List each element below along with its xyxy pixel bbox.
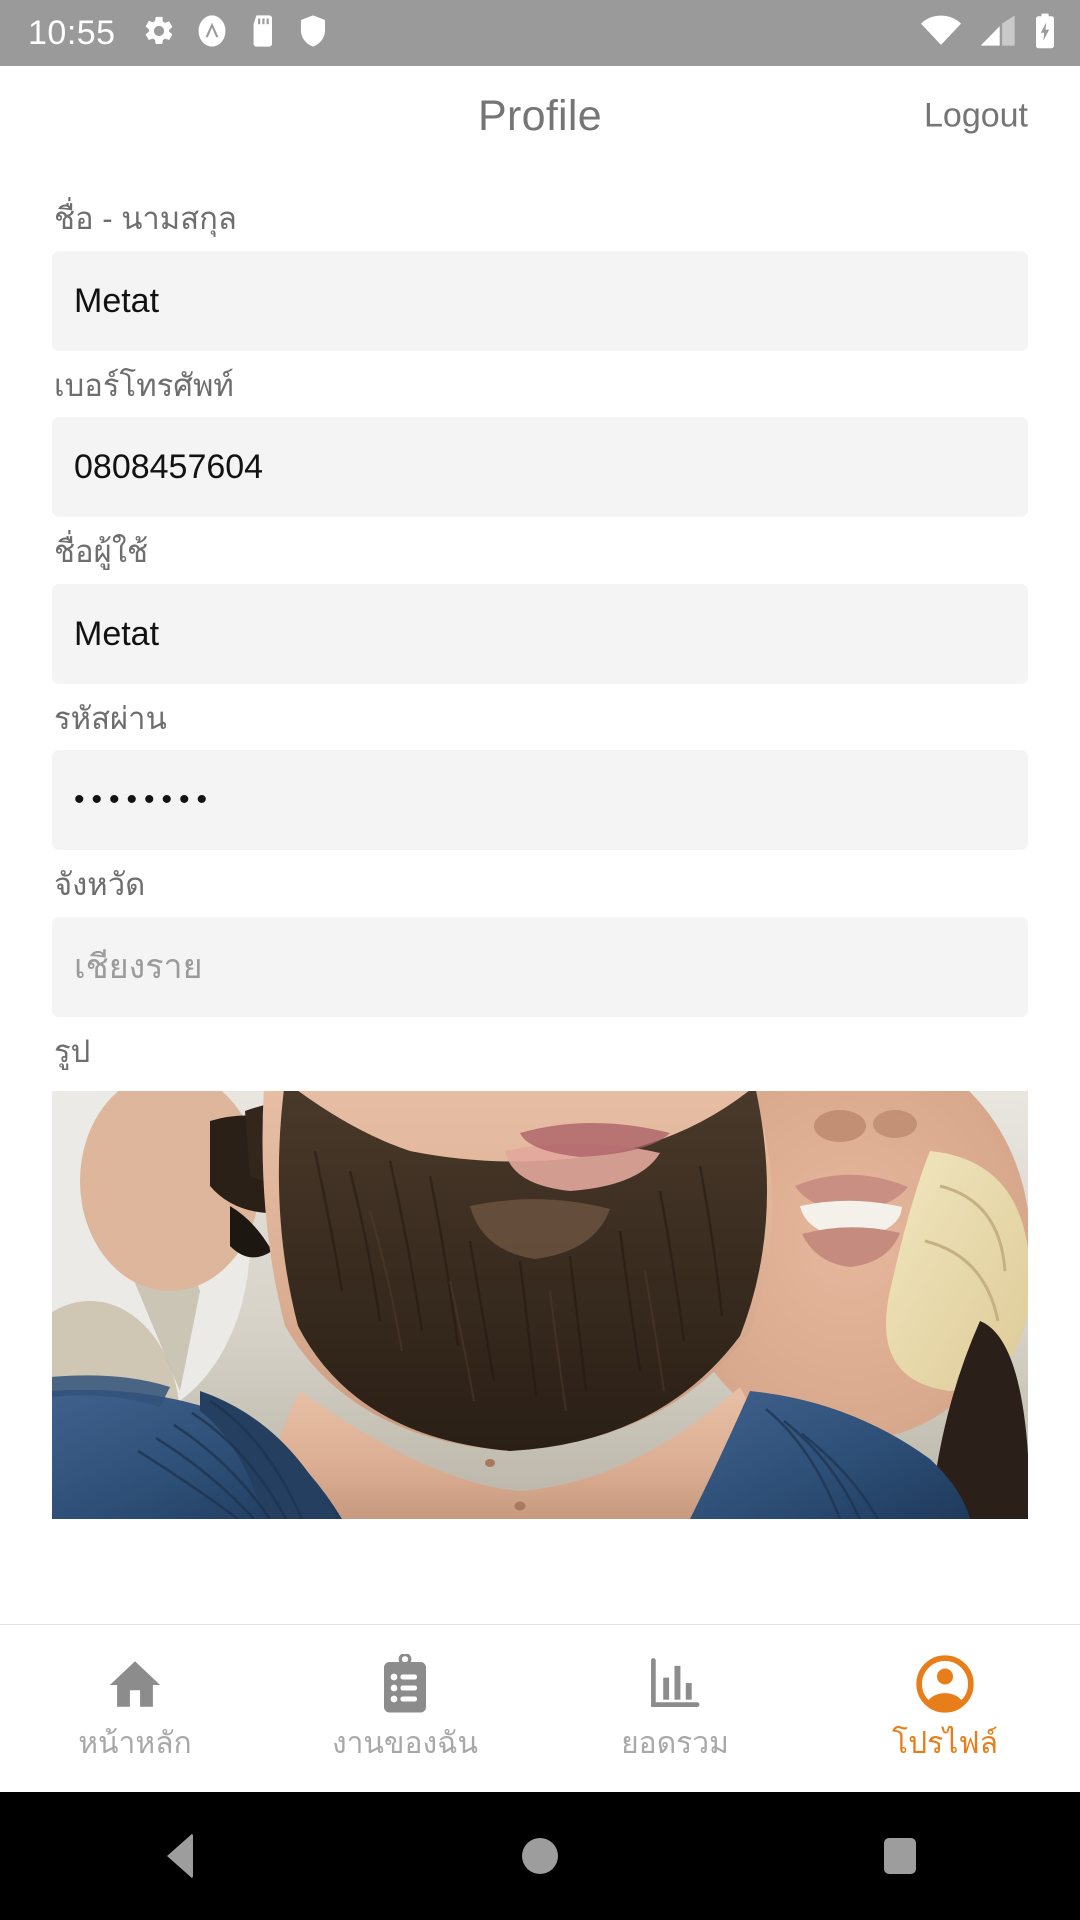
home-button[interactable]	[360, 1838, 720, 1874]
status-bar: 10:55	[0, 0, 1080, 66]
home-icon	[104, 1653, 166, 1715]
shield-icon	[298, 14, 328, 53]
field-phone: เบอร์โทรศัพท์ 0808457604	[52, 351, 1028, 517]
tab-label-profile: โปรไฟล์	[892, 1726, 998, 1760]
field-label-username: ชื่อผู้ใช้	[54, 534, 148, 569]
back-button[interactable]	[0, 1833, 360, 1879]
recents-square-icon	[884, 1838, 916, 1874]
field-photo: รูป	[52, 1017, 1028, 1519]
android-navigation-bar	[0, 1792, 1080, 1920]
profile-photo-image	[52, 1091, 1028, 1519]
recents-button[interactable]	[720, 1838, 1080, 1874]
field-label-photo: รูป	[54, 1033, 91, 1069]
field-province: จังหวัด เชียงราย	[52, 850, 1028, 1017]
logout-button[interactable]: Logout	[924, 97, 1028, 136]
profile-form: ชื่อ - นามสกุล Metat เบอร์โทรศัพท์ 08084…	[0, 166, 1080, 1624]
field-fullname: ชื่อ - นามสกุล Metat	[52, 184, 1028, 351]
tab-label-my-jobs: งานของฉัน	[331, 1726, 479, 1760]
gear-icon	[142, 14, 176, 53]
status-bar-clock: 10:55	[28, 14, 116, 52]
tab-home[interactable]: หน้าหลัก	[0, 1625, 270, 1792]
adaway-icon	[195, 14, 229, 53]
back-triangle-icon	[167, 1833, 193, 1879]
field-password: รหัสผ่าน ••••••••	[52, 684, 1028, 850]
home-circle-icon	[522, 1838, 558, 1874]
status-bar-notification-icons	[142, 14, 328, 53]
province-input[interactable]: เชียงราย	[52, 916, 1028, 1017]
wifi-icon	[920, 14, 962, 53]
clipboard-list-icon	[379, 1653, 431, 1715]
tab-my-jobs[interactable]: งานของฉัน	[270, 1625, 540, 1792]
tab-profile[interactable]: โปรไฟล์	[810, 1625, 1080, 1792]
status-bar-system-icons	[920, 13, 1056, 54]
page-title: Profile	[478, 91, 602, 140]
field-label-province: จังหวัด	[54, 867, 146, 902]
username-input[interactable]: Metat	[52, 583, 1028, 684]
field-label-phone: เบอร์โทรศัพท์	[54, 367, 234, 403]
phone-input[interactable]: 0808457604	[52, 417, 1028, 517]
cell-signal-icon	[979, 14, 1017, 53]
tab-total[interactable]: ยอดรวม	[540, 1625, 810, 1792]
profile-photo[interactable]	[52, 1091, 1028, 1519]
field-label-fullname: ชื่อ - นามสกุล	[54, 201, 237, 236]
tab-label-home: หน้าหลัก	[78, 1726, 192, 1760]
phone-screen: 10:55 Profile Logout ชื่อ - นามสกุล Meta…	[0, 0, 1080, 1920]
bottom-tab-bar: หน้าหลัก งานของฉัน ยอดรวม โปรไฟล์	[0, 1624, 1080, 1792]
battery-charging-icon	[1034, 13, 1056, 54]
app-header: Profile Logout	[0, 66, 1080, 166]
sdcard-icon	[248, 14, 279, 53]
tab-label-total: ยอดรวม	[621, 1726, 729, 1760]
password-input[interactable]: ••••••••	[52, 750, 1028, 850]
account-circle-icon	[914, 1653, 976, 1715]
password-mask: ••••••••	[74, 783, 215, 816]
bar-chart-icon	[648, 1653, 702, 1715]
field-username: ชื่อผู้ใช้ Metat	[52, 517, 1028, 684]
fullname-input[interactable]: Metat	[52, 250, 1028, 351]
field-label-password: รหัสผ่าน	[54, 700, 167, 736]
